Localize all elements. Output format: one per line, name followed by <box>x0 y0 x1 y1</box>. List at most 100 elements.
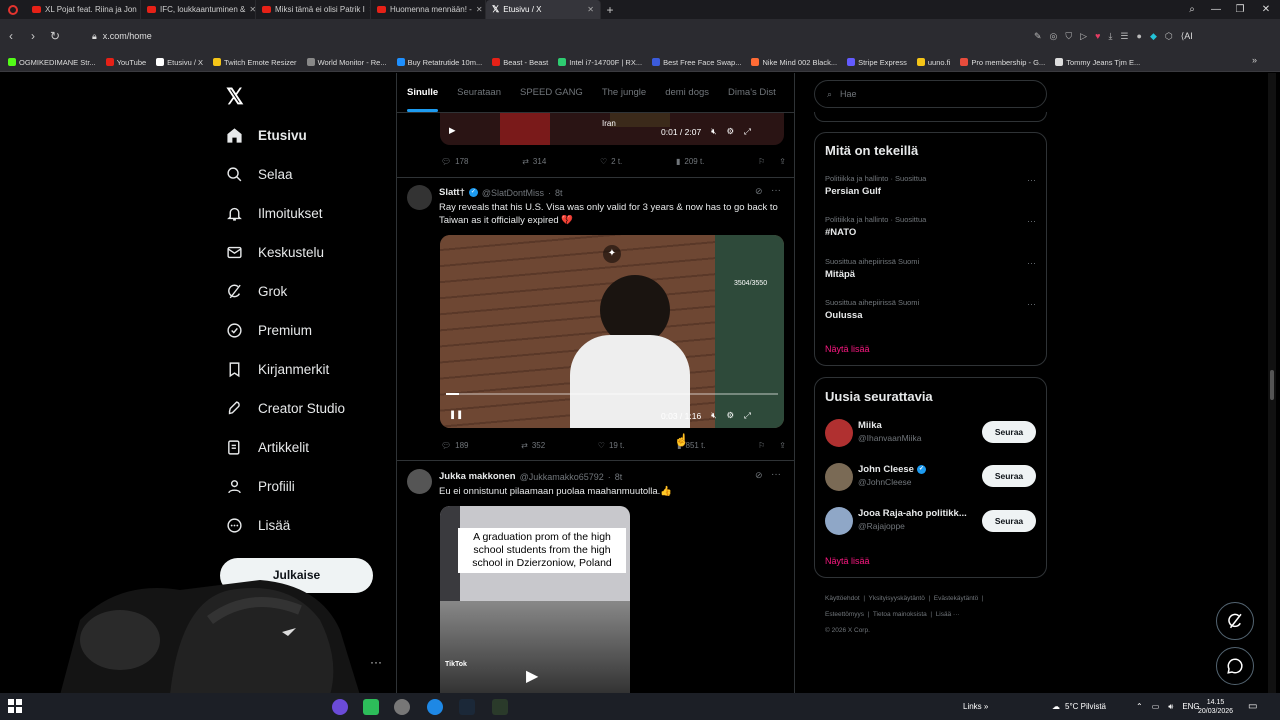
sidebar-item-creator-studio[interactable]: Creator Studio <box>226 400 345 417</box>
footer-link[interactable]: Tietoa mainoksista <box>873 611 927 618</box>
close-icon[interactable]: ✕ <box>587 5 594 14</box>
footer-link[interactable]: Yksityisyyskäytäntö <box>869 595 925 602</box>
avatar[interactable] <box>825 419 853 447</box>
edge-icon[interactable] <box>427 699 443 715</box>
bookmarks-overflow-icon[interactable]: » <box>1252 55 1257 65</box>
bookmark[interactable]: Pro membership - G... <box>960 58 1045 67</box>
progress-track[interactable] <box>446 393 778 395</box>
footer-link[interactable]: Evästekäytäntö <box>934 595 978 602</box>
follow-button[interactable]: Seuraa <box>982 510 1036 532</box>
chevron-up-icon[interactable]: ⌃ <box>1136 702 1143 711</box>
repost-button[interactable]: ⇄ 352 <box>521 441 545 450</box>
reply-button[interactable]: 💬︎ 189 <box>441 441 469 450</box>
show-more-link[interactable]: Näytä lisää <box>825 344 870 354</box>
avatar[interactable] <box>407 469 432 494</box>
bookmark[interactable]: Beast - Beast <box>492 58 548 67</box>
bookmark[interactable]: YouTube <box>105 58 146 67</box>
network-icon[interactable]: ▭ <box>1152 702 1160 711</box>
bookmark[interactable]: uuno.fi <box>916 58 950 67</box>
camera-icon[interactable]: ◎ <box>1050 31 1058 42</box>
steam-icon[interactable] <box>459 699 475 715</box>
app-icon[interactable] <box>363 699 379 715</box>
new-tab-button[interactable]: + <box>601 3 619 17</box>
forward-button[interactable]: › <box>22 29 44 43</box>
fullscreen-icon[interactable]: ⤢ <box>744 126 751 137</box>
clock[interactable]: 14.15 20/03/2026 <box>1198 693 1233 720</box>
bookmark-icon[interactable]: ⚐ <box>758 157 765 166</box>
more-icon[interactable]: ··· <box>1027 216 1036 226</box>
reply-button[interactable]: 💬︎ 178 <box>441 157 469 166</box>
more-icon[interactable]: ··· <box>1027 258 1036 268</box>
play-icon[interactable]: ▷ <box>1080 31 1087 42</box>
browser-tab-active[interactable]: 𝕏 Etusivu / X ✕ <box>486 0 601 19</box>
grok-icon[interactable]: ⊘ <box>755 470 763 481</box>
app-icon[interactable] <box>492 699 508 715</box>
mute-icon[interactable]: 🔇︎ <box>711 410 716 421</box>
mute-icon[interactable]: 🔇︎ <box>711 126 716 137</box>
bookmark[interactable]: Intel i7-14700F | RX... <box>558 58 642 67</box>
sidebar-item-grok[interactable]: Grok <box>226 283 287 300</box>
bookmark[interactable]: Tommy Jeans Tjm E... <box>1055 58 1140 67</box>
shield-icon[interactable]: ⛉ <box>1065 31 1072 42</box>
bookmark[interactable]: Etusivu / X <box>156 58 203 67</box>
menu-icon[interactable]: ☰ <box>1120 31 1128 42</box>
sidebar-item-notifications[interactable]: Ilmoitukset <box>226 205 323 222</box>
volume-icon[interactable]: 🔊︎ <box>1168 702 1173 712</box>
messages-button[interactable] <box>1216 647 1254 685</box>
footer-link[interactable]: Lisää ··· <box>936 611 960 618</box>
edit-icon[interactable]: ✎ <box>1034 31 1042 42</box>
back-button[interactable]: ‹ <box>0 29 22 43</box>
trend-item[interactable]: Politiikka ja hallinto · Suosittua Persi… <box>825 174 1037 197</box>
sidebar-item-home[interactable]: Etusivu <box>226 127 307 144</box>
sidebar-item-messages[interactable]: Keskustelu <box>226 244 324 261</box>
download-icon[interactable]: ⤓ <box>1108 31 1112 42</box>
play-icon[interactable]: ▶ <box>449 125 456 136</box>
close-icon[interactable]: ✕ <box>476 5 483 14</box>
notification-icon[interactable]: ▭ <box>1248 693 1257 720</box>
avatar[interactable] <box>825 507 853 535</box>
more-icon[interactable]: ··· <box>771 469 781 480</box>
avatar[interactable] <box>825 463 853 491</box>
search-input[interactable]: ⌕ Hae <box>814 80 1047 108</box>
pause-icon[interactable]: ❚❚ <box>449 409 463 420</box>
avatar[interactable] <box>407 185 432 210</box>
close-icon[interactable]: ✕ <box>249 5 255 14</box>
extension-icon[interactable]: ◆ <box>1150 31 1157 42</box>
video-player[interactable]: 3504/3550 ✦ <box>440 235 784 428</box>
author-name[interactable]: Jukka makkonen <box>439 471 516 482</box>
bookmark[interactable]: World Monitor - Re... <box>306 58 387 67</box>
settings-icon[interactable]: ⚙ <box>727 126 735 137</box>
cube-icon[interactable]: ⬡ <box>1165 31 1173 42</box>
heart-icon[interactable]: ♥ <box>1095 31 1100 41</box>
more-icon[interactable]: ··· <box>1027 175 1036 185</box>
sidebar-item-explore[interactable]: Selaa <box>226 166 293 183</box>
share-icon[interactable]: ⇪ <box>779 441 786 450</box>
ai-button[interactable]: ⟨AI <box>1181 31 1193 42</box>
bookmark-icon[interactable]: ⚐ <box>758 441 765 450</box>
sidebar-item-profile[interactable]: Profiili <box>226 478 295 495</box>
maximize-button[interactable]: ❐ <box>1228 0 1252 19</box>
tab-following[interactable]: Seurataan <box>457 87 501 98</box>
profile-icon[interactable]: ● <box>1137 31 1142 41</box>
account-more-icon[interactable]: ··· <box>370 655 382 669</box>
settings-icon[interactable]: ⚙ <box>727 410 735 421</box>
browser-tab[interactable]: XL Pojat feat. Riina ja Jon✕ <box>26 0 141 19</box>
sidebar-item-bookmarks[interactable]: Kirjanmerkit <box>226 361 329 378</box>
footer-link[interactable]: Esteettömyys <box>825 611 864 618</box>
app-icon[interactable] <box>332 699 348 715</box>
bookmark[interactable]: Stripe Express <box>847 58 907 67</box>
like-button[interactable]: ♡ 2 t. <box>600 157 622 166</box>
show-more-link[interactable]: Näytä lisää <box>825 556 870 566</box>
bookmark[interactable]: Twitch Emote Resizer <box>213 58 297 67</box>
bookmark[interactable]: Buy Retatrutide 10m... <box>396 58 482 67</box>
bookmark[interactable]: OGMIKEDIMANE Str... <box>8 58 96 67</box>
fullscreen-icon[interactable]: ⤢ <box>744 410 751 421</box>
footer-link[interactable]: Käyttöehdot <box>825 595 860 602</box>
more-icon[interactable]: ··· <box>1027 299 1036 309</box>
video-player[interactable]: A graduation prom of the high school stu… <box>440 506 630 693</box>
grok-analyze-icon[interactable]: ✦ <box>603 245 621 263</box>
tab-for-you[interactable]: Sinulle <box>407 87 439 112</box>
sidebar-item-more[interactable]: Lisää <box>226 517 290 534</box>
bookmark[interactable]: Nike Mind 002 Black... <box>751 58 837 67</box>
bookmark[interactable]: Best Free Face Swap... <box>652 58 741 67</box>
